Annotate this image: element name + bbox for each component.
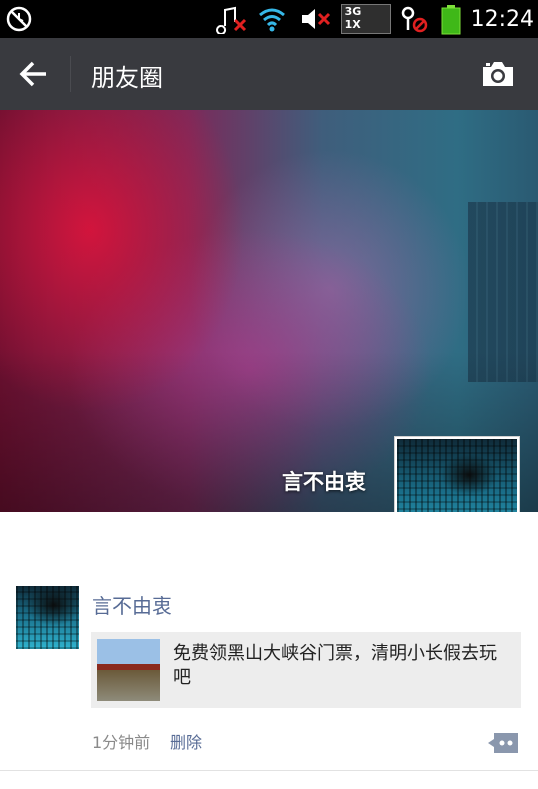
camera-icon [483, 62, 513, 86]
shared-link-title: 免费领黑山大峡谷门票，清明小长假去玩吧 [173, 643, 497, 688]
arrow-left-icon [19, 61, 46, 87]
volume-muted-icon [299, 4, 333, 34]
wifi-icon [257, 4, 291, 34]
clock: 12:24 [470, 6, 534, 32]
title-bar: 朋友圈 [0, 38, 538, 110]
signal-icon: 3G 1X [340, 4, 391, 34]
post-author[interactable]: 言不由衷 [92, 590, 172, 619]
divider [70, 56, 71, 92]
no-disturb-icon [6, 6, 32, 32]
comment-dots-icon [488, 733, 518, 753]
page-title: 朋友圈 [91, 64, 163, 92]
status-bar: 3G 1X 12:24 [0, 0, 538, 38]
network-type-label: 3G [344, 5, 362, 18]
network-type-label-secondary: 1X [344, 18, 361, 31]
battery-icon [441, 5, 461, 35]
key-blocked-icon [399, 4, 433, 34]
moments-feed: 言不由衷 免费领黑山大峡谷门票，清明小长假去玩吧 1分钟前 删除 [0, 512, 538, 789]
comment-button[interactable] [486, 731, 520, 755]
shared-link-thumbnail [97, 639, 160, 701]
cover-username: 言不由衷 [282, 470, 366, 494]
post-avatar[interactable] [16, 586, 79, 649]
back-button[interactable] [14, 56, 54, 92]
camera-button[interactable] [480, 58, 516, 90]
delete-button[interactable]: 删除 [170, 729, 202, 753]
divider [0, 770, 538, 771]
music-muted-icon [215, 4, 249, 35]
post-timestamp: 1分钟前 [92, 733, 151, 752]
shared-link-card[interactable]: 免费领黑山大峡谷门票，清明小长假去玩吧 [91, 632, 521, 708]
